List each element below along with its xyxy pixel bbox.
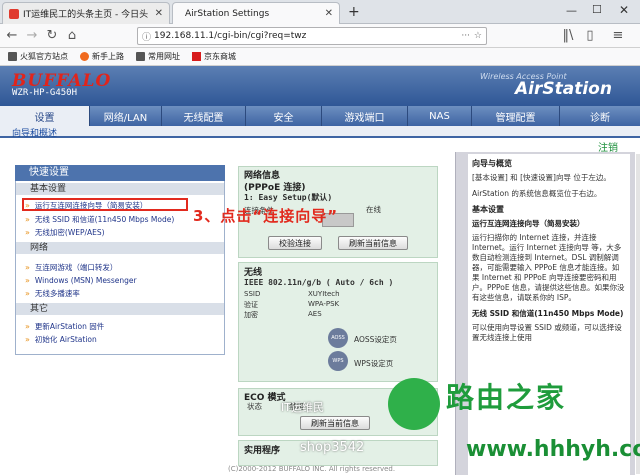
conn-status-value: 在线 [366, 205, 381, 214]
sub-nav [0, 126, 640, 138]
link-multicast-rate[interactable]: » 无线多播速率 [25, 288, 80, 298]
folder-icon [8, 52, 17, 61]
highlight-box [22, 198, 188, 211]
airstation-logo: AirStation [515, 79, 612, 99]
double-arrow-icon: » [25, 321, 30, 331]
copyright: (C)2000-2012 BUFFALO INC. All rights res… [228, 465, 396, 473]
minimize-icon[interactable]: — [566, 4, 577, 17]
nav-lan[interactable]: 网络/LAN [90, 106, 162, 126]
close-tab-icon[interactable]: ✕ [321, 8, 333, 19]
annotation-text: 3、点击“连接向导” [193, 207, 339, 225]
help-paragraph: AirStation 的系统信息概览位于右边。 [472, 189, 602, 198]
page-root: IT运维民工的头条主页 - 今日头 ✕ AirStation Settings … [0, 0, 640, 475]
verify-connection-button[interactable]: 校验连接 [268, 236, 322, 250]
help-item-title: 无线 SSID 和信道(11n450 Mbps Mode) [472, 309, 624, 318]
wps-link[interactable]: WPS设定页 [350, 358, 393, 369]
connection-profile: 1: Easy Setup(默认) [244, 193, 333, 202]
wps-icon[interactable]: WPS [328, 351, 348, 371]
close-window-icon[interactable]: ✕ [619, 3, 629, 17]
help-title: 向导与概览 [472, 159, 512, 168]
info-icon[interactable]: ⓘ [142, 30, 151, 43]
aoss-link[interactable]: AOSS设定页 [350, 334, 397, 345]
encryption-row: 加密 AES [244, 310, 322, 319]
tab-title: IT运维民工的头条主页 - 今日头 [23, 10, 149, 20]
tab-title: AirStation Settings [185, 8, 270, 19]
link-initialize[interactable]: » 初始化 AirStation [25, 334, 97, 344]
quick-setup-title: 快速设置 [15, 165, 225, 181]
bookmark-common[interactable]: 常用网址 [136, 51, 180, 62]
link-messenger[interactable]: » Windows (MSN) Messenger [25, 275, 137, 285]
help-item-title: 运行互连网连接向导（简易安装） [472, 219, 585, 228]
bookmark-firefox[interactable]: 火狐官方站点 [8, 51, 68, 62]
bookmarks-bar: 火狐官方站点 新手上路 常用网址 京东商城 [0, 48, 640, 66]
toutiao-favicon-icon [9, 8, 19, 19]
help-scrollbar[interactable] [636, 154, 640, 474]
wireless-mode: IEEE 802.11n/g/b ( Auto / 6ch ) [244, 278, 394, 287]
browser-tab-toutiao[interactable]: IT运维民工的头条主页 - 今日头 ✕ [2, 2, 170, 24]
auth-row: 验证 WPA-PSK [244, 300, 340, 309]
double-arrow-icon: » [25, 288, 30, 298]
nav-nas[interactable]: NAS [408, 106, 472, 126]
nav-admin[interactable]: 管理配置 [472, 106, 560, 126]
link-wireless-ssid[interactable]: » 无线 SSID 和信道(11n450 Mbps Mode) [25, 214, 174, 224]
aoss-icon[interactable]: AOSS [328, 328, 348, 348]
close-tab-icon[interactable]: ✕ [151, 8, 163, 19]
link-port-forward[interactable]: » 互连网游戏（端口转发） [25, 262, 117, 272]
ssid-row: SSID XUYItech [244, 290, 340, 298]
link-wireless-encryption[interactable]: » 无线加密(WEP/AES) [25, 227, 105, 237]
browser-tab-airstation[interactable]: AirStation Settings ✕ [172, 2, 340, 24]
new-tab-icon[interactable]: + [348, 4, 360, 20]
double-arrow-icon: » [25, 262, 30, 272]
utility-title: 实用程序 [244, 446, 281, 456]
watermark-shop: shop3542 [300, 440, 365, 455]
menu-icon[interactable]: ≡ [610, 28, 626, 44]
refresh-info-button[interactable]: 刷新当前信息 [338, 236, 408, 250]
help-subtitle: 基本设置 [472, 205, 504, 214]
firefox-icon [80, 52, 89, 61]
section-other: 其它 [16, 303, 224, 315]
double-arrow-icon: » [25, 227, 30, 237]
model-name: WZR-HP-G450H [12, 88, 78, 98]
nav-setup[interactable]: 设置 [0, 106, 90, 126]
wireless-title: 无线 [244, 268, 263, 278]
help-paragraph: [基本设置] 和 [快速设置]向导 位于左边。 [472, 173, 611, 182]
nav-game-port[interactable]: 游戏端口 [322, 106, 408, 126]
section-basic: 基本设置 [16, 183, 224, 195]
sidebar-icon[interactable]: ▯ [582, 28, 598, 44]
nav-wireless[interactable]: 无线配置 [162, 106, 246, 126]
watermark-brand: 路由之家 [446, 381, 567, 414]
bookmark-star-icon[interactable]: ☆ [474, 31, 482, 41]
bookmark-jd[interactable]: 京东商城 [192, 51, 236, 62]
library-icon[interactable]: ‖\ [560, 28, 576, 44]
watermark-small: IT运维民 [281, 401, 324, 414]
eco-status-label: 状态 [247, 402, 262, 411]
back-icon[interactable]: ← [4, 28, 20, 44]
watermark-url: www.hhhyh.com [466, 437, 640, 462]
url-text: 192.168.11.1/cgi-bin/cgi?req=twz [154, 31, 307, 41]
forward-icon[interactable]: → [24, 28, 40, 44]
jd-icon [192, 52, 201, 61]
subnav-wizard[interactable]: 向导和概述 [12, 126, 57, 139]
double-arrow-icon: » [25, 275, 30, 285]
nav-diagnostics[interactable]: 诊断 [560, 106, 640, 126]
watermark-logo-icon [388, 378, 440, 430]
bookmark-newbie[interactable]: 新手上路 [80, 51, 124, 62]
maximize-icon[interactable]: ☐ [592, 3, 602, 16]
help-paragraph: 可以使用向导设置 SSID 或频道，可以选择设置无线连接上使用 [472, 323, 622, 342]
double-arrow-icon: » [25, 214, 30, 224]
address-bar[interactable]: ⓘ 192.168.11.1/cgi-bin/cgi?req=twz ··· ☆ [137, 27, 487, 45]
wireless-details: SSID XUYItech 验证 WPA-PSK 加密 AES [240, 290, 340, 320]
eco-refresh-button[interactable]: 刷新当前信息 [300, 416, 370, 430]
home-icon[interactable]: ⌂ [64, 28, 80, 44]
reload-icon[interactable]: ↻ [44, 28, 60, 44]
link-firmware-update[interactable]: » 更新AirStation 固件 [25, 321, 104, 331]
double-arrow-icon: » [25, 334, 30, 344]
nav-security[interactable]: 安全 [246, 106, 322, 126]
main-nav: 设置 网络/LAN 无线配置 安全 游戏端口 NAS 管理配置 诊断 [0, 106, 640, 126]
help-paragraph: 运行扫描你的 Internet 连接，并连接 Internet。运行 Inter… [472, 233, 625, 302]
page-actions-icon[interactable]: ··· [461, 31, 470, 41]
folder-icon [136, 52, 145, 61]
help-panel: 向导与概览 [基本设置] 和 [快速设置]向导 位于左边。 AirStation… [468, 154, 630, 475]
section-network: 网络 [16, 242, 224, 254]
